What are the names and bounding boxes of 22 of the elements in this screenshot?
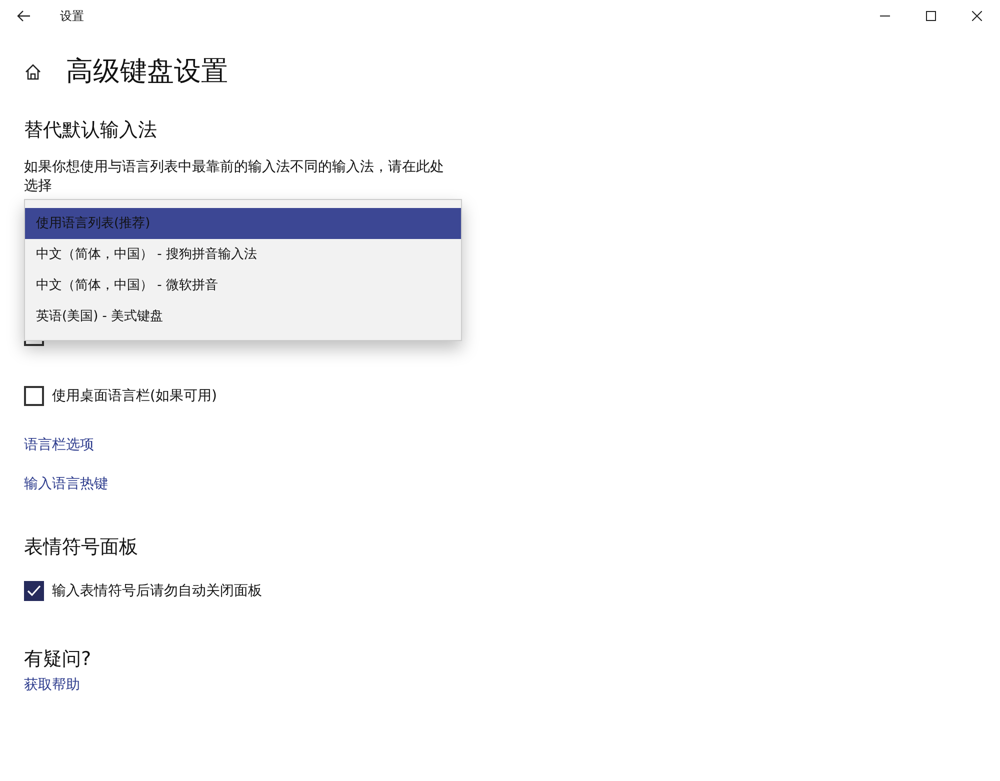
section-heading: 表情符号面板 [24,535,139,560]
page-title: 高级键盘设置 [66,54,228,89]
section-heading: 有疑问? [24,647,92,672]
minimize-icon [880,15,890,17]
checkbox[interactable] [24,386,44,406]
link[interactable]: 获取帮助 [24,675,80,695]
back-icon[interactable] [17,10,31,22]
checkbox-label: 输入表情符号后请勿自动关闭面板 [52,582,262,601]
checkmark-icon [27,585,41,597]
checkbox-label: 使用桌面语言栏(如果可用) [52,387,217,406]
home-icon[interactable] [24,63,42,81]
dropdown-option[interactable]: 英语(美国) - 美式键盘 [25,301,461,332]
window-title: 设置 [60,8,84,24]
checkbox[interactable] [24,581,44,601]
close-icon [972,11,982,21]
section-description: 如果你想使用与语言列表中最靠前的输入法不同的输入法，请在此处选择 [24,158,445,196]
dropdown-option[interactable]: 中文（简体，中国） - 搜狗拼音输入法 [25,239,461,270]
section-heading: 替代默认输入法 [24,118,158,143]
link[interactable]: 语言栏选项 [24,435,94,455]
dropdown-option[interactable]: 中文（简体，中国） - 微软拼音 [25,270,461,301]
maximize-icon [926,11,936,21]
link[interactable]: 输入语言热键 [24,474,108,494]
